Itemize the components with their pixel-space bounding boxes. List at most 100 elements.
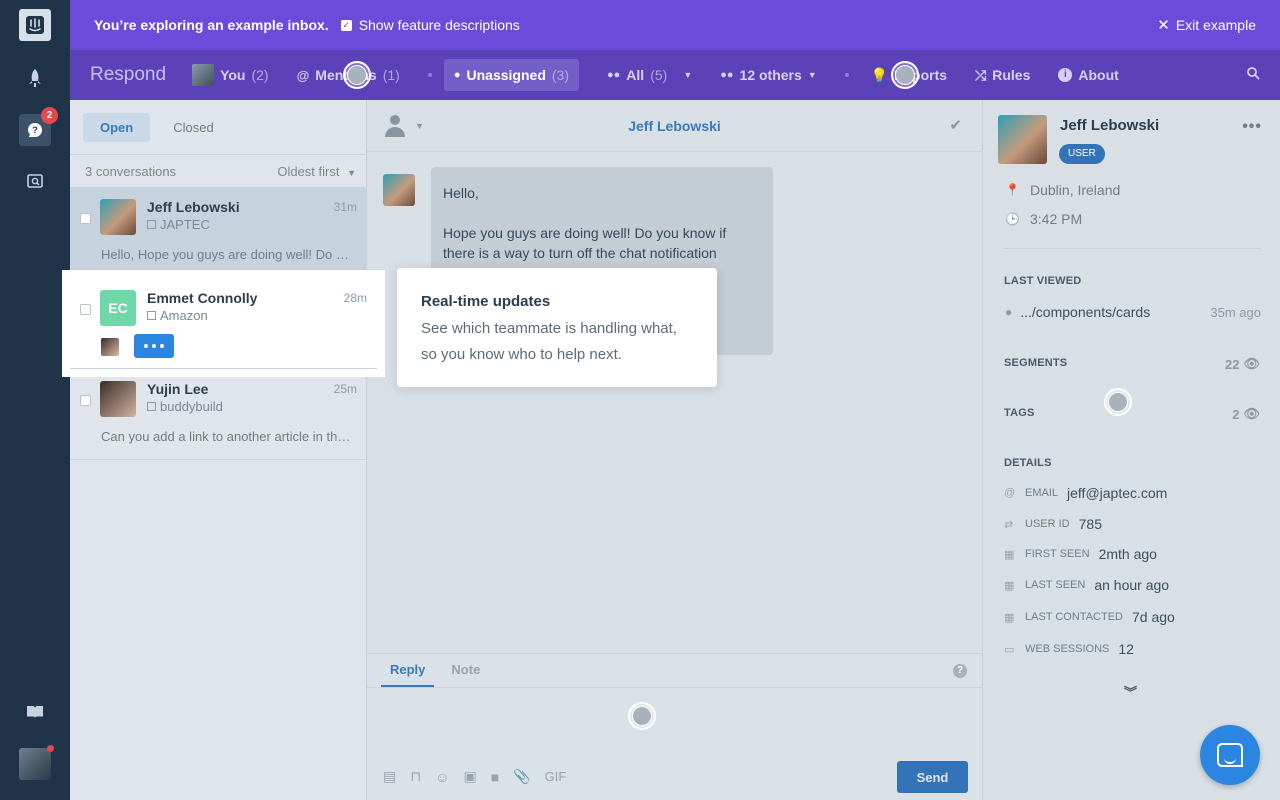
gif-button[interactable]: GIF — [545, 769, 567, 784]
conversation-checkbox[interactable] — [80, 213, 91, 224]
caret-down-icon: ▼ — [415, 121, 424, 131]
close-conversation-check-icon[interactable]: ✔ — [949, 116, 962, 134]
nav-unassigned-count: (3) — [551, 67, 569, 83]
tags-count-toggle[interactable]: 2 👁 — [1232, 406, 1260, 422]
conversation-item[interactable]: EC Emmet Connolly Amazon 28m — [70, 278, 377, 369]
article-icon[interactable]: ▤ — [383, 768, 396, 785]
person-icon: ● — [453, 69, 461, 81]
teammate-avatar — [101, 338, 119, 356]
tags-heading[interactable]: TAGS — [1004, 407, 1035, 419]
caret-down-icon[interactable]: ▼ — [683, 70, 692, 80]
help-icon[interactable]: ? — [953, 664, 967, 678]
detail-value: an hour ago — [1094, 577, 1170, 593]
local-time-row: 🕒 3:42 PM — [1005, 211, 1082, 227]
nav-all[interactable]: ●● All (5) ▼ — [607, 67, 692, 83]
tab-reply[interactable]: Reply — [381, 654, 435, 687]
building-icon — [147, 402, 156, 411]
send-button[interactable]: Send — [897, 761, 968, 793]
team-icon: ●● — [720, 69, 734, 81]
calendar-icon: ▦ — [1004, 611, 1015, 624]
app-sidebar: ? 2 — [0, 0, 70, 800]
more-options-icon[interactable]: ••• — [1242, 118, 1262, 136]
conversation-company: buddybuild — [147, 399, 223, 414]
conversation-time: 28m — [343, 291, 367, 305]
chevron-down-icon: ▼ — [347, 167, 356, 178]
conversation-item[interactable]: Jeff Lebowski JAPTEC 31m Hello, Hope you… — [70, 187, 367, 278]
last-viewed-row[interactable]: ● .../components/cards 35m ago — [1005, 304, 1261, 320]
at-icon: @ — [1004, 487, 1016, 499]
segments-heading[interactable]: SEGMENTS — [1004, 357, 1067, 369]
tab-note[interactable]: Note — [442, 654, 489, 687]
nav-unassigned[interactable]: ● Unassigned (3) — [443, 59, 579, 91]
local-time: 3:42 PM — [1030, 211, 1083, 227]
location-pin-icon: 📍 — [1005, 183, 1020, 197]
feature-descriptions-checkbox[interactable]: ✓ — [340, 19, 352, 31]
attachment-icon[interactable]: 📎 — [513, 768, 530, 785]
sort-dropdown[interactable]: Oldest first ▼ — [277, 164, 356, 179]
detail-key: LAST SEEN — [1025, 579, 1086, 591]
tab-closed[interactable]: Closed — [156, 113, 230, 142]
nav-you-count: (2) — [251, 67, 269, 83]
nav-about[interactable]: i About — [1058, 67, 1119, 83]
search-icon[interactable] — [1247, 67, 1260, 83]
reply-composer: Reply Note ? ▤ ⊓ ☺ ▣ ■ 📎 GIF Send — [367, 653, 982, 800]
last-viewed-page: .../components/cards — [1020, 304, 1151, 320]
tour-beacon[interactable] — [891, 61, 919, 89]
conversation-name: Jeff Lebowski — [147, 199, 240, 215]
detail-key: FIRST SEEN — [1025, 548, 1090, 560]
team-icon: ●● — [607, 69, 621, 81]
svg-text:?: ? — [32, 125, 38, 135]
image-icon[interactable]: ▣ — [463, 768, 476, 785]
rocket-icon[interactable] — [19, 62, 51, 94]
conversation-time: 31m — [333, 200, 357, 214]
nav-others[interactable]: ●● 12 others ▼ — [720, 67, 816, 83]
detail-value: 2mth ago — [1098, 546, 1157, 562]
building-icon — [147, 220, 156, 229]
emoji-icon[interactable]: ☺ — [435, 769, 449, 785]
clock-icon: 🕒 — [1005, 212, 1020, 226]
inbox-icon[interactable]: ? 2 — [19, 107, 58, 146]
list-header: 3 conversations Oldest first ▼ — [70, 155, 366, 187]
swap-icon: ⇄ — [1004, 518, 1014, 531]
nav-you[interactable]: You (2) — [192, 64, 269, 86]
conversation-checkbox[interactable] — [80, 395, 91, 406]
saved-reply-icon[interactable]: ⊓ — [410, 768, 421, 785]
assignee-dropdown[interactable]: ▼ — [383, 114, 424, 138]
show-more-chevron-icon[interactable]: ︾ — [1124, 682, 1137, 701]
message-body: Hope you guys are doing well! Do you kno… — [443, 225, 727, 261]
shuffle-icon: ⤮ — [975, 66, 987, 83]
calendar-icon: ▦ — [1004, 579, 1015, 592]
current-user-avatar[interactable] — [19, 745, 54, 780]
tour-beacon[interactable] — [628, 702, 656, 730]
eye-icon: 👁 — [1243, 406, 1260, 421]
notification-dot — [47, 745, 54, 752]
conversation-checkbox[interactable] — [80, 304, 91, 315]
feature-descriptions-label[interactable]: Show feature descriptions — [359, 17, 520, 33]
tour-beacon[interactable] — [343, 61, 371, 89]
last-viewed-ago: 35m ago — [1210, 304, 1261, 320]
divider — [1004, 248, 1261, 249]
knowledge-book-icon[interactable] — [19, 696, 51, 728]
detail-first-seen: ▦ FIRST SEEN 2mth ago — [1004, 546, 1157, 562]
intercom-logo-icon[interactable] — [19, 9, 51, 41]
search-book-icon[interactable] — [19, 165, 51, 197]
nav-rules[interactable]: ⤮ Rules — [975, 67, 1030, 84]
tour-beacon[interactable] — [1104, 388, 1132, 416]
segments-count-toggle[interactable]: 22 👁 — [1225, 356, 1260, 372]
nav-separator — [844, 73, 849, 77]
typing-indicator — [134, 334, 174, 358]
detail-value: 12 — [1118, 641, 1134, 657]
eye-icon: 👁 — [1243, 356, 1260, 371]
nav-you-label: You — [220, 67, 246, 83]
conversation-item[interactable]: Yujin Lee buddybuild 25m Can you add a l… — [70, 369, 367, 460]
detail-key: USER ID — [1025, 518, 1070, 530]
messenger-launcher[interactable] — [1200, 725, 1260, 785]
nav-others-label: 12 others — [739, 67, 802, 83]
conversation-title[interactable]: Jeff Lebowski — [628, 118, 721, 134]
exit-example-button[interactable]: ✕ Exit example — [1157, 16, 1256, 34]
conversation-list: Open Closed 3 conversations Oldest first… — [70, 100, 377, 800]
profile-avatar — [998, 115, 1047, 164]
tab-open[interactable]: Open — [83, 112, 151, 142]
video-icon[interactable]: ■ — [491, 769, 499, 785]
app-name: Respond — [90, 64, 167, 85]
